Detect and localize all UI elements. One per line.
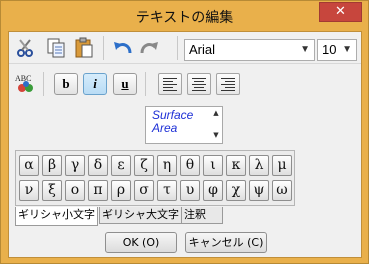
greek-key[interactable]: κ xyxy=(226,155,246,176)
copy-icon xyxy=(47,38,65,58)
greek-key[interactable]: γ xyxy=(65,155,85,176)
cancel-button[interactable]: キャンセル (C) xyxy=(185,232,267,253)
chevron-down-icon: ▼ xyxy=(342,44,352,55)
align-center-icon xyxy=(192,77,206,91)
greek-key[interactable]: τ xyxy=(157,180,177,201)
greek-key[interactable]: ξ xyxy=(42,180,62,201)
toolbar-separator xyxy=(145,72,146,96)
font-size-value: 10 xyxy=(322,42,337,57)
preview-line: Area xyxy=(152,121,178,135)
dialog-window: テキストの編集 ✕ Arial ▼ 10 ▼ ABC b i u Surface… xyxy=(0,0,369,264)
copy-button[interactable] xyxy=(43,35,69,61)
font-family-select[interactable]: Arial ▼ xyxy=(184,39,315,61)
font-family-value: Arial xyxy=(189,42,216,57)
preview-text: Surface Area xyxy=(152,109,193,135)
align-center-button[interactable] xyxy=(187,73,211,95)
scissors-icon xyxy=(17,39,33,57)
title-bar[interactable]: テキストの編集 ✕ xyxy=(1,1,368,31)
ok-button[interactable]: OK (O) xyxy=(105,232,177,253)
clipboard-icon xyxy=(75,37,93,58)
align-left-button[interactable] xyxy=(158,73,182,95)
toolbar-row-format: ABC b i u xyxy=(9,68,361,100)
greek-key[interactable]: ο xyxy=(65,180,85,201)
chevron-down-icon: ▼ xyxy=(300,44,310,55)
cut-button[interactable] xyxy=(13,35,39,61)
greek-key[interactable]: ε xyxy=(111,155,131,176)
greek-key[interactable]: ψ xyxy=(249,180,269,201)
greek-key[interactable]: σ xyxy=(134,180,154,201)
greek-key[interactable]: ρ xyxy=(111,180,131,201)
undo-icon xyxy=(114,42,132,54)
toolbar-separator xyxy=(177,36,178,60)
tab-greek-uppercase[interactable]: ギリシャ大文字 xyxy=(99,207,182,224)
greek-key[interactable]: π xyxy=(88,180,108,201)
redo-icon xyxy=(140,42,158,54)
scroll-down-icon[interactable]: ▼ xyxy=(210,131,222,139)
greek-key[interactable]: υ xyxy=(180,180,200,201)
spellcheck-button[interactable]: ABC xyxy=(13,70,39,96)
greek-key[interactable]: α xyxy=(19,155,39,176)
greek-key[interactable]: δ xyxy=(88,155,108,176)
greek-key[interactable]: ν xyxy=(19,180,39,201)
svg-text:ABC: ABC xyxy=(15,74,31,83)
tab-notes[interactable]: 注釈 xyxy=(181,207,223,224)
greek-key[interactable]: λ xyxy=(249,155,269,176)
toolbar-separator xyxy=(43,72,44,96)
italic-label: i xyxy=(93,76,97,91)
toolbar-row-edit: Arial ▼ 10 ▼ xyxy=(9,32,361,64)
greek-character-panel: α β γ δ ε ζ η θ ι κ λ μ ν ξ ο π ρ σ τ υ … xyxy=(15,150,295,206)
close-button[interactable]: ✕ xyxy=(319,2,362,22)
underline-button[interactable]: u xyxy=(113,73,137,95)
align-right-button[interactable] xyxy=(216,73,240,95)
greek-key[interactable]: ι xyxy=(203,155,223,176)
paste-button[interactable] xyxy=(71,35,97,61)
greek-key[interactable]: ζ xyxy=(134,155,154,176)
underline-label: u xyxy=(121,76,129,91)
align-left-icon xyxy=(163,77,177,91)
greek-key[interactable]: μ xyxy=(272,155,292,176)
greek-key[interactable]: φ xyxy=(203,180,223,201)
toolbar-separator xyxy=(103,36,104,60)
close-icon: ✕ xyxy=(335,4,346,19)
font-size-select[interactable]: 10 ▼ xyxy=(317,39,357,61)
greek-key[interactable]: η xyxy=(157,155,177,176)
window-title: テキストの編集 xyxy=(135,10,234,26)
greek-key[interactable]: θ xyxy=(180,155,200,176)
greek-key[interactable]: ω xyxy=(272,180,292,201)
bold-button[interactable]: b xyxy=(54,73,78,95)
align-right-icon xyxy=(221,77,235,91)
greek-key[interactable]: χ xyxy=(226,180,246,201)
dialog-body: Arial ▼ 10 ▼ ABC b i u Surface Area ▲ ▼ … xyxy=(8,31,362,258)
greek-key[interactable]: β xyxy=(42,155,62,176)
spellcheck-icon: ABC xyxy=(15,74,33,92)
preview-scrollbar[interactable]: ▲ ▼ xyxy=(210,107,222,143)
redo-button[interactable] xyxy=(136,35,162,61)
undo-button[interactable] xyxy=(110,35,136,61)
bold-label: b xyxy=(62,76,70,91)
tab-greek-lowercase[interactable]: ギリシャ小文字 xyxy=(15,207,98,226)
text-preview-box[interactable]: Surface Area ▲ ▼ xyxy=(145,106,223,144)
scroll-up-icon[interactable]: ▲ xyxy=(210,109,222,117)
italic-button[interactable]: i xyxy=(83,73,107,95)
